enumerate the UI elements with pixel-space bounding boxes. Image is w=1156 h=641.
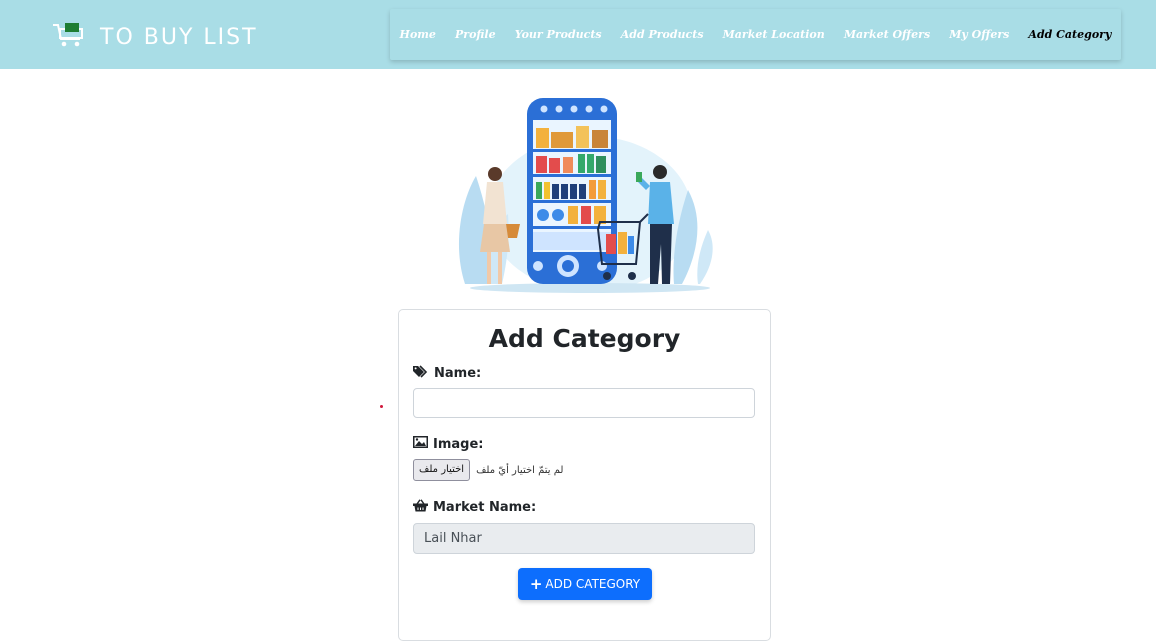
plus-icon: +: [529, 575, 543, 593]
name-label: Name:: [413, 365, 481, 382]
cart-icon: [52, 22, 86, 53]
add-category-form: Add Category Name: Image: اختيار ملف لم …: [398, 309, 771, 641]
brand[interactable]: TO BUY LIST: [52, 22, 258, 53]
nav-add-category[interactable]: Add Category: [1028, 28, 1111, 41]
nav-home[interactable]: Home: [400, 28, 436, 41]
market-label-text: Market Name:: [433, 500, 537, 515]
nav-market-offers[interactable]: Market Offers: [844, 28, 930, 41]
image-file-input[interactable]: اختيار ملف لم يتمّ اختيار أيّ ملف: [413, 459, 563, 481]
file-status-text: لم يتمّ اختيار أيّ ملف: [476, 464, 564, 476]
image-label: Image:: [413, 436, 483, 452]
add-category-button-label: ADD CATEGORY: [545, 577, 641, 591]
nav-profile[interactable]: Profile: [455, 28, 496, 41]
app-title: TO BUY LIST: [100, 25, 258, 50]
name-label-text: Name:: [434, 366, 482, 381]
market-label: Market Name:: [413, 499, 536, 516]
form-title: Add Category: [488, 324, 681, 353]
basket-icon: [413, 499, 433, 516]
main-nav: Home Profile Your Products Add Products …: [390, 9, 1121, 60]
nav-market-location[interactable]: Market Location: [723, 28, 825, 41]
image-label-text: Image:: [433, 436, 484, 452]
nav-your-products[interactable]: Your Products: [515, 28, 602, 41]
nav-add-products[interactable]: Add Products: [621, 28, 704, 41]
decorative-dot: [380, 405, 383, 408]
grocery-store-illustration: [450, 94, 720, 296]
image-icon: [413, 436, 433, 452]
nav-my-offers[interactable]: My Offers: [949, 28, 1009, 41]
name-input[interactable]: [413, 388, 755, 418]
add-category-button[interactable]: + ADD CATEGORY: [518, 568, 652, 600]
top-navbar: TO BUY LIST Home Profile Your Products A…: [0, 0, 1156, 69]
tags-icon: [413, 365, 434, 382]
market-name-field: Lail Nhar: [413, 523, 755, 554]
choose-file-button[interactable]: اختيار ملف: [413, 459, 471, 481]
